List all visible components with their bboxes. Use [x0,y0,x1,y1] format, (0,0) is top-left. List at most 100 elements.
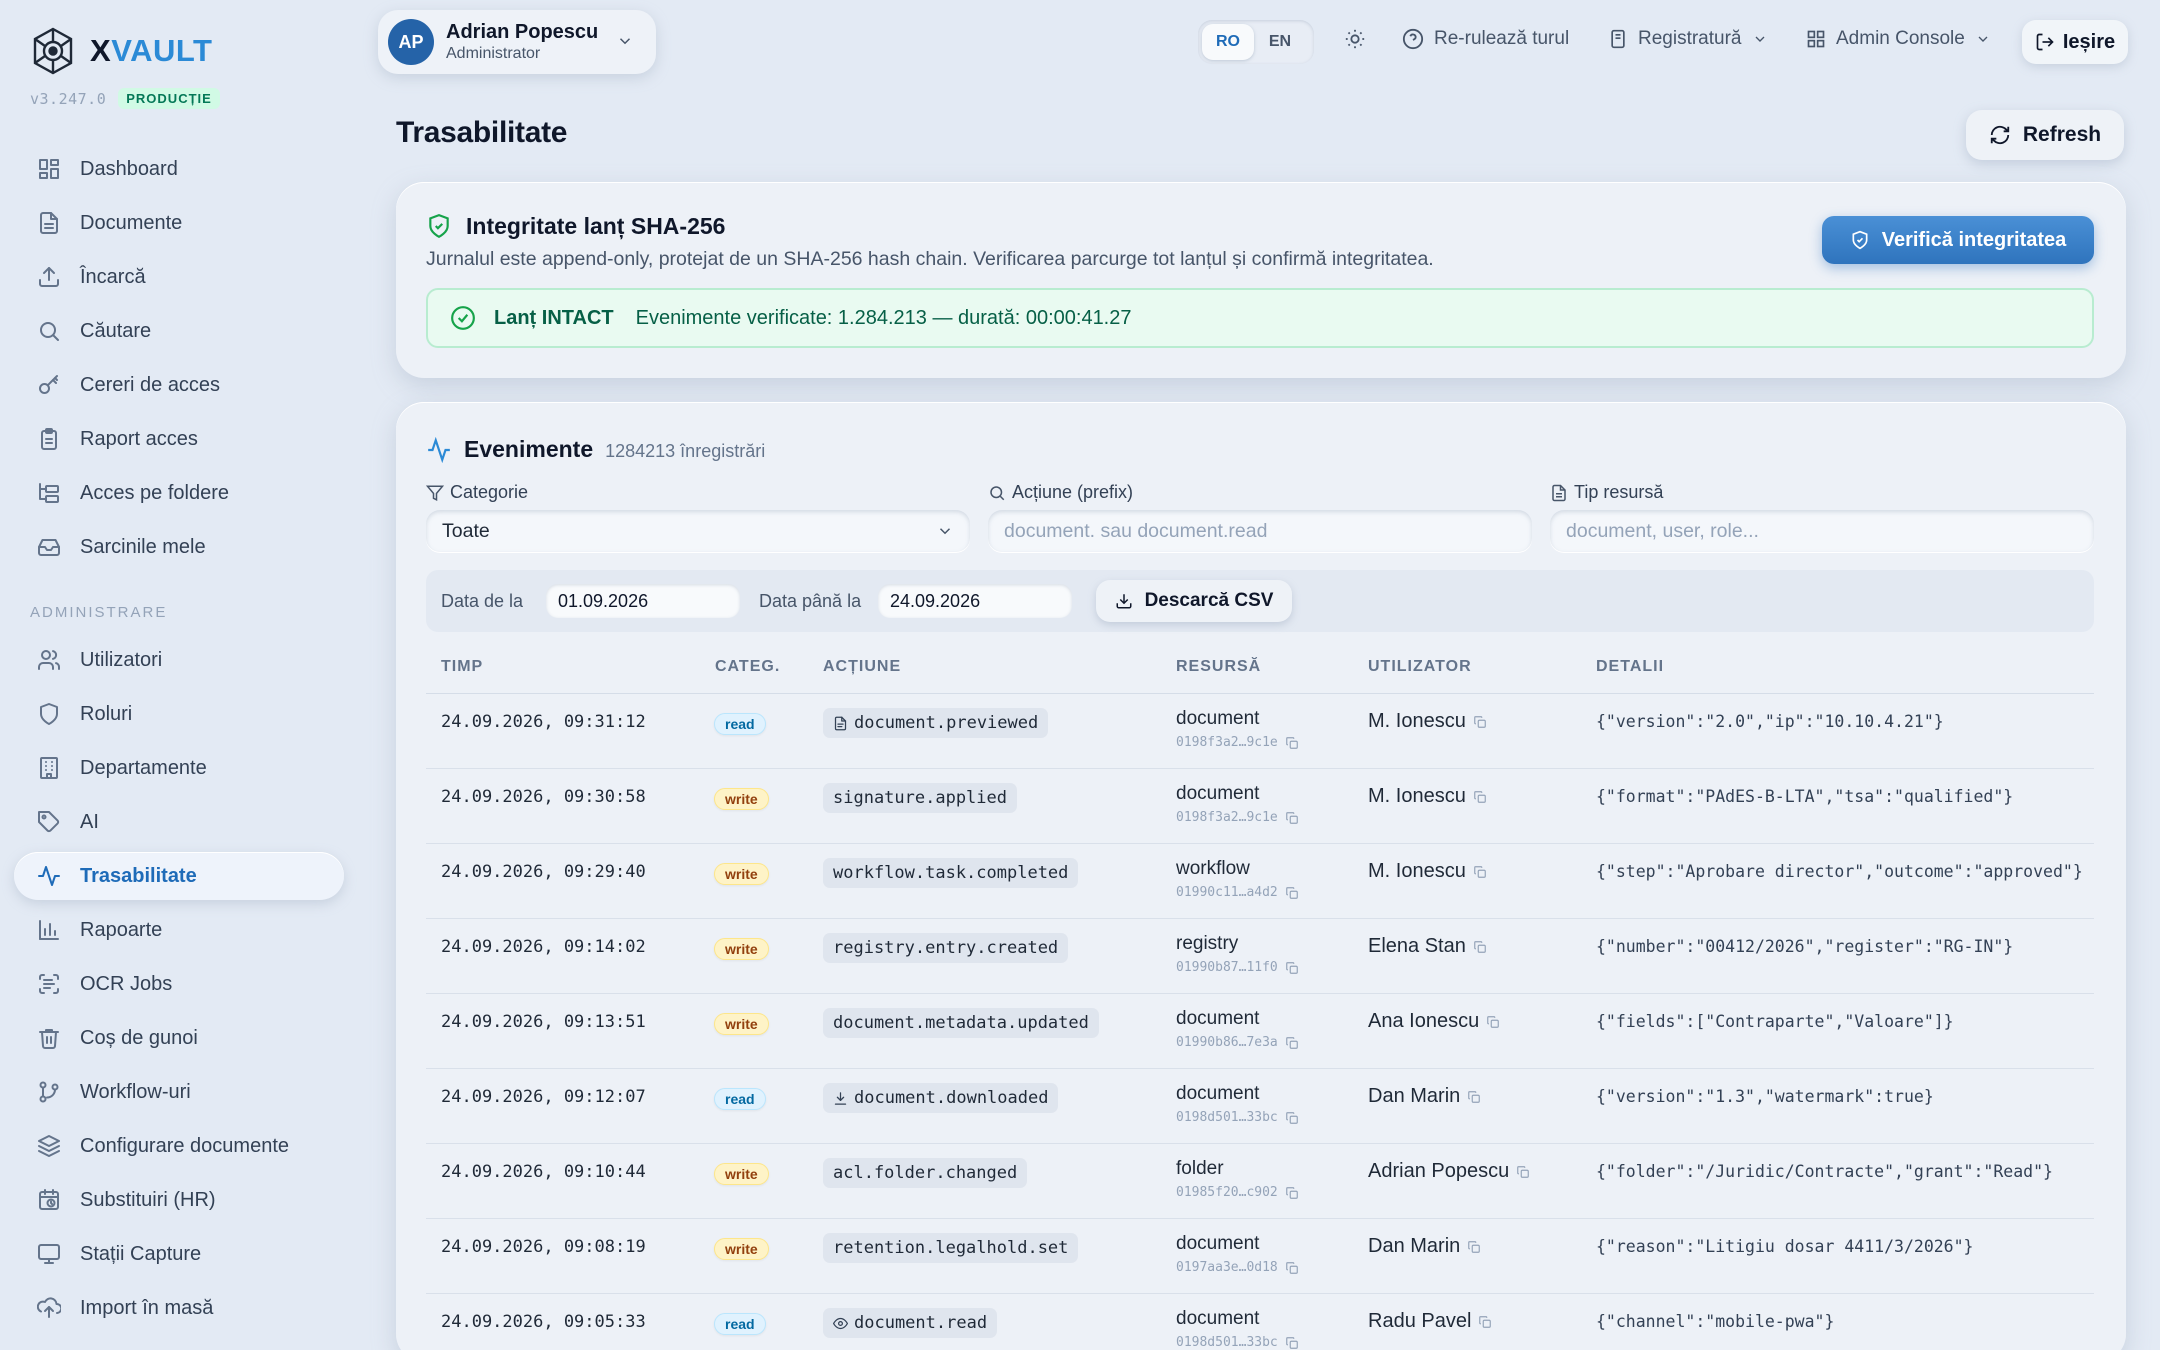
sidebar-item-ai[interactable]: AI [14,798,344,846]
copy-icon[interactable] [1285,1261,1299,1275]
copy-icon[interactable] [1285,1336,1299,1350]
copy-icon[interactable] [1473,940,1487,954]
user-name: Adrian Popescu [446,21,599,43]
sidebar-item-configurare-documente[interactable]: Configurare documente [14,1122,344,1170]
integrity-description: Jurnalul este append-only, protejat de u… [426,248,1434,270]
table-row[interactable]: 24.09.2026, 09:05:33 read document.read doc… [426,1294,2094,1350]
event-time: 24.09.2026, 09:30:58 [441,787,646,807]
copy-icon[interactable] [1285,961,1299,975]
sidebar-item-cos-de-gunoi[interactable]: Coș de gunoi [14,1014,344,1062]
sidebar-item-roluri[interactable]: Roluri [14,690,344,738]
sidebar-item-rapoarte[interactable]: Rapoarte [14,906,344,954]
copy-icon[interactable] [1467,1240,1481,1254]
sidebar-item-documente[interactable]: Documente [14,199,344,247]
book-icon [1608,28,1628,50]
sidebar-item-import-in-masa[interactable]: Import în masă [14,1284,344,1332]
logout-icon [2035,32,2055,52]
file-icon [833,716,848,731]
copy-icon[interactable] [1285,1036,1299,1050]
sidebar-item-utilizatori[interactable]: Utilizatori [14,636,344,684]
sidebar-item-trasabilitate[interactable]: Trasabilitate [14,852,344,900]
user-menu[interactable]: AP Adrian Popescu Administrator [378,10,656,74]
table-row[interactable]: 24.09.2026, 09:12:07 read document.downloa… [426,1069,2094,1144]
logout-button[interactable]: Ieșire [2022,20,2128,64]
lang-ro-button[interactable]: RO [1202,24,1254,60]
sidebar-item-substituiri-hr[interactable]: Substituiri (HR) [14,1176,344,1224]
download-csv-button[interactable]: Descarcă CSV [1096,580,1292,622]
sidebar-item-cautare[interactable]: Căutare [14,307,344,355]
sidebar-item-ocr-jobs[interactable]: OCR Jobs [14,960,344,1008]
search-icon [988,484,1006,502]
action-chip[interactable]: document.previewed [823,708,1049,738]
admin-console-menu[interactable]: Admin Console [1806,28,1991,50]
download-icon [833,1091,848,1106]
table-row[interactable]: 24.09.2026, 09:14:02 write registry.entry.… [426,919,2094,994]
sidebar-item-acces-pe-foldere[interactable]: Acces pe foldere [14,469,344,517]
sidebar-item-workflow-uri[interactable]: Workflow-uri [14,1068,344,1116]
sidebar-item-sarcinile-mele[interactable]: Sarcinile mele [14,523,344,571]
event-time: 24.09.2026, 09:05:33 [441,1312,646,1332]
refresh-button[interactable]: Refresh [1966,110,2124,160]
table-row[interactable]: 24.09.2026, 09:13:51 write document.metada… [426,994,2094,1069]
column-header-action[interactable]: ACȚIUNE [823,658,901,676]
copy-icon[interactable] [1478,1315,1492,1329]
category-filter-label: Categorie [426,482,528,503]
action-chip[interactable]: acl.folder.changed [823,1158,1028,1188]
table-row[interactable]: 24.09.2026, 09:08:19 write retention.legal… [426,1219,2094,1294]
verify-integrity-button[interactable]: Verifică integritatea [1822,216,2094,264]
copy-icon[interactable] [1285,1186,1299,1200]
copy-icon[interactable] [1285,811,1299,825]
table-row[interactable]: 24.09.2026, 09:31:12 read document.preview… [426,694,2094,769]
sidebar-item-dashboard[interactable]: Dashboard [14,145,344,193]
action-chip[interactable]: registry.entry.created [823,933,1069,963]
activity-icon [36,863,62,889]
sidebar-item-raport-acces[interactable]: Raport acces [14,415,344,463]
sidebar-item-label: Acces pe foldere [80,481,229,504]
rerun-tour-label: Re-rulează turul [1434,28,1570,49]
lang-en-button[interactable]: EN [1254,24,1306,60]
copy-icon[interactable] [1516,1165,1530,1179]
sidebar-item-departamente[interactable]: Departamente [14,744,344,792]
brand[interactable]: XVAULT [30,26,212,76]
chain-status-banner: Lanț INTACT Evenimente verificate: 1.284… [426,288,2094,348]
copy-icon[interactable] [1486,1015,1500,1029]
copy-icon[interactable] [1467,1090,1481,1104]
column-header-time[interactable]: TIMP [441,658,483,676]
copy-icon[interactable] [1473,865,1487,879]
column-header-resource[interactable]: RESURSĂ [1176,658,1261,676]
table-row[interactable]: 24.09.2026, 09:29:40 write workflow.task.c… [426,844,2094,919]
column-header-user[interactable]: UTILIZATOR [1368,658,1472,676]
theme-toggle-button[interactable] [1344,28,1376,50]
event-user-text: Elena Stan [1368,935,1466,957]
date-to-input[interactable]: 24.09.2026 [878,584,1072,618]
column-header-category[interactable]: CATEG. [715,658,780,676]
events-count: 1284213 înregistrări [605,441,766,461]
sidebar-item-statii-capture[interactable]: Stații Capture [14,1230,344,1278]
action-chip[interactable]: document.downloaded [823,1083,1059,1113]
sidebar-item-label: Căutare [80,319,152,342]
sidebar-item-incarca[interactable]: Încarcă [14,253,344,301]
category-select[interactable]: Toate [426,510,970,552]
copy-icon[interactable] [1285,736,1299,750]
rerun-tour-button[interactable]: Re-rulează turul [1402,28,1569,50]
action-chip[interactable]: signature.applied [823,783,1017,813]
monitor-icon [36,1241,62,1267]
resource-id-text: 0198f3a2…9c1e [1176,735,1278,750]
resource-type-input[interactable]: document, user, role... [1550,510,2094,552]
action-chip[interactable]: retention.legalhold.set [823,1233,1079,1263]
copy-icon[interactable] [1285,1111,1299,1125]
sidebar-item-cereri-de-acces[interactable]: Cereri de acces [14,361,344,409]
action-chip[interactable]: workflow.task.completed [823,858,1079,888]
table-row[interactable]: 24.09.2026, 09:30:58 write signature.appli… [426,769,2094,844]
date-from-input[interactable]: 01.09.2026 [546,584,740,618]
action-prefix-input[interactable]: document. sau document.read [988,510,1532,552]
copy-icon[interactable] [1285,886,1299,900]
download-icon [1115,592,1133,610]
table-row[interactable]: 24.09.2026, 09:10:44 write acl.folder.chan… [426,1144,2094,1219]
copy-icon[interactable] [1473,715,1487,729]
action-chip[interactable]: document.read [823,1308,998,1338]
column-header-details[interactable]: DETALII [1596,658,1664,676]
registry-menu[interactable]: Registratură [1608,28,1768,50]
copy-icon[interactable] [1473,790,1487,804]
action-chip[interactable]: document.metadata.updated [823,1008,1099,1038]
